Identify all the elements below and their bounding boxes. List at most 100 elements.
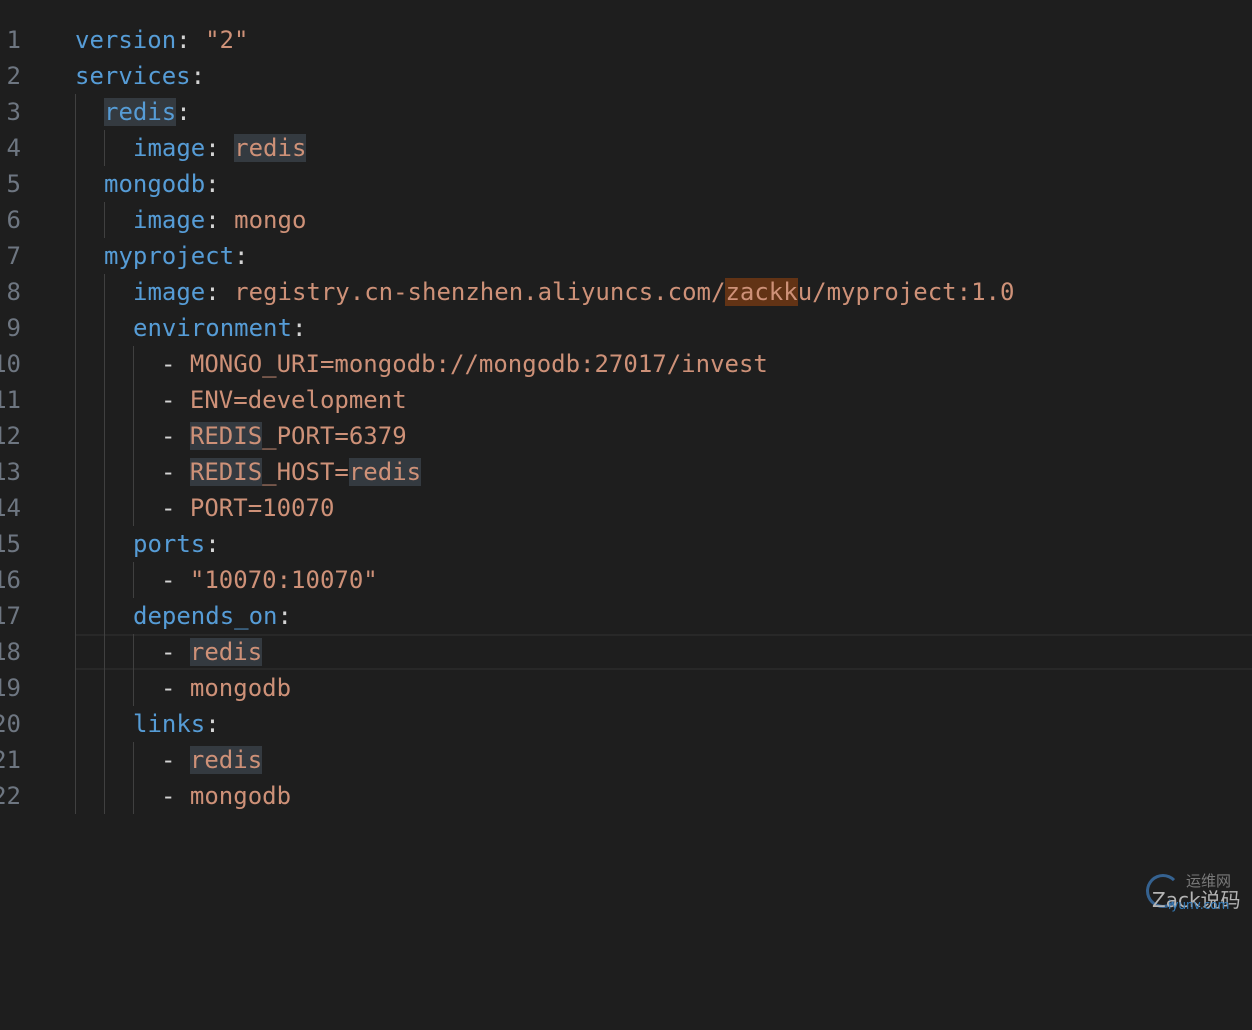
word-highlight: redis bbox=[348, 458, 422, 486]
indent-guide bbox=[104, 202, 105, 238]
yaml-value: registry.cn-shenzhen.aliyuncs.com/ bbox=[234, 278, 726, 306]
code-line[interactable]: 13 - REDIS_HOST=redis bbox=[0, 454, 1252, 490]
line-number: 9 bbox=[6, 314, 21, 342]
line-number: 19 bbox=[0, 674, 21, 702]
indent-guide bbox=[104, 598, 105, 634]
line-content: - "10070:10070" bbox=[161, 562, 378, 598]
list-dash: - bbox=[161, 674, 190, 702]
indent-guide bbox=[75, 94, 76, 130]
indent-guide bbox=[133, 454, 134, 490]
line-number: 8 bbox=[6, 278, 21, 306]
code-line[interactable]: 8 image: registry.cn-shenzhen.aliyuncs.c… bbox=[0, 274, 1252, 310]
line-number: 5 bbox=[6, 170, 21, 198]
yaml-value: _HOST= bbox=[262, 458, 349, 486]
code-line[interactable]: 12 - REDIS_PORT=6379 bbox=[0, 418, 1252, 454]
punctuation: : bbox=[205, 530, 220, 558]
code-line[interactable]: 9 environment: bbox=[0, 310, 1252, 346]
indent-guide bbox=[104, 346, 105, 382]
indent-guide bbox=[133, 742, 134, 778]
code-line[interactable]: 21 - redis bbox=[0, 742, 1252, 778]
punctuation: : bbox=[234, 242, 249, 270]
indent-guide bbox=[75, 670, 76, 706]
indent-guide bbox=[133, 562, 134, 598]
punctuation: : bbox=[190, 62, 206, 90]
indent-guide bbox=[104, 742, 105, 778]
punctuation: : bbox=[176, 98, 191, 126]
yaml-value: mongodb bbox=[189, 782, 292, 810]
indent-guide bbox=[75, 202, 76, 238]
line-content: - redis bbox=[161, 634, 263, 670]
line-content: ports: bbox=[133, 526, 220, 562]
indent-guide bbox=[75, 454, 76, 490]
indent-guide bbox=[104, 454, 105, 490]
indent-guide bbox=[133, 634, 134, 670]
code-line[interactable]: 22 - mongodb bbox=[0, 778, 1252, 814]
indent-guide bbox=[104, 490, 105, 526]
code-line[interactable]: 6 image: mongo bbox=[0, 202, 1252, 238]
yaml-key: links bbox=[133, 710, 206, 738]
indent-guide bbox=[75, 742, 76, 778]
line-number: 11 bbox=[0, 386, 21, 414]
indent-guide bbox=[75, 310, 76, 346]
yaml-key: version bbox=[75, 26, 177, 54]
code-line[interactable]: 2 services: bbox=[0, 58, 1252, 94]
code-line[interactable]: 11 - ENV=development bbox=[0, 382, 1252, 418]
line-number: 16 bbox=[0, 566, 21, 594]
line-content: services: bbox=[75, 58, 205, 94]
line-content: redis: bbox=[104, 94, 191, 130]
indent-guide bbox=[133, 490, 134, 526]
list-dash: - bbox=[161, 746, 190, 774]
code-line[interactable]: 3 redis: bbox=[0, 94, 1252, 130]
list-dash: - bbox=[161, 458, 190, 486]
watermark: 运维网 Zack说码 iyunv.com bbox=[1142, 870, 1242, 914]
indent-guide bbox=[133, 418, 134, 454]
indent-guide bbox=[104, 418, 105, 454]
code-line[interactable]: 4 image: redis bbox=[0, 130, 1252, 166]
yaml-key: ports bbox=[133, 530, 206, 558]
line-content: links: bbox=[133, 706, 220, 742]
yaml-key: services bbox=[75, 62, 191, 90]
yaml-value: MONGO_URI=mongodb://mongodb:27017/invest bbox=[189, 350, 768, 378]
indent-guide bbox=[75, 634, 76, 670]
indent-guide bbox=[75, 130, 76, 166]
code-line[interactable]: 10 - MONGO_URI=mongodb://mongodb:27017/i… bbox=[0, 346, 1252, 382]
line-number: 14 bbox=[0, 494, 21, 522]
list-dash: - bbox=[161, 566, 190, 594]
line-number: 4 bbox=[6, 134, 21, 162]
code-line-current[interactable]: 18 - redis bbox=[0, 634, 1252, 670]
yaml-value: redis bbox=[234, 134, 307, 162]
yaml-key: mongodb bbox=[104, 170, 206, 198]
punctuation: : bbox=[205, 278, 235, 306]
line-number: 20 bbox=[0, 710, 21, 738]
line-content: depends_on: bbox=[133, 598, 292, 634]
code-line[interactable]: 20 links: bbox=[0, 706, 1252, 742]
yaml-value: _PORT=6379 bbox=[262, 422, 407, 450]
indent-guide bbox=[104, 778, 105, 814]
indent-guide bbox=[133, 346, 134, 382]
code-editor[interactable]: 1 version: "2" 2 services: 3 redis: 4 im… bbox=[0, 22, 1252, 814]
code-line[interactable]: 15 ports: bbox=[0, 526, 1252, 562]
punctuation: : bbox=[205, 170, 220, 198]
line-number: 22 bbox=[0, 782, 21, 810]
code-line[interactable]: 14 - PORT=10070 bbox=[0, 490, 1252, 526]
indent-guide bbox=[75, 418, 76, 454]
line-content: - REDIS_HOST=redis bbox=[161, 454, 422, 490]
punctuation: : bbox=[291, 314, 307, 342]
punctuation: : bbox=[277, 602, 292, 630]
code-line[interactable]: 1 version: "2" bbox=[0, 22, 1252, 58]
code-line[interactable]: 19 - mongodb bbox=[0, 670, 1252, 706]
indent-guide bbox=[75, 562, 76, 598]
indent-guide bbox=[133, 382, 134, 418]
code-line[interactable]: 7 myproject: bbox=[0, 238, 1252, 274]
line-number: 17 bbox=[0, 602, 21, 630]
code-line[interactable]: 16 - "10070:10070" bbox=[0, 562, 1252, 598]
punctuation: : bbox=[205, 206, 235, 234]
punctuation: : bbox=[205, 134, 235, 162]
indent-guide bbox=[75, 706, 76, 742]
indent-guide bbox=[75, 526, 76, 562]
code-line[interactable]: 5 mongodb: bbox=[0, 166, 1252, 202]
list-dash: - bbox=[161, 386, 190, 414]
code-line[interactable]: 17 depends_on: bbox=[0, 598, 1252, 634]
list-dash: - bbox=[161, 494, 190, 522]
indent-guide bbox=[75, 166, 76, 202]
